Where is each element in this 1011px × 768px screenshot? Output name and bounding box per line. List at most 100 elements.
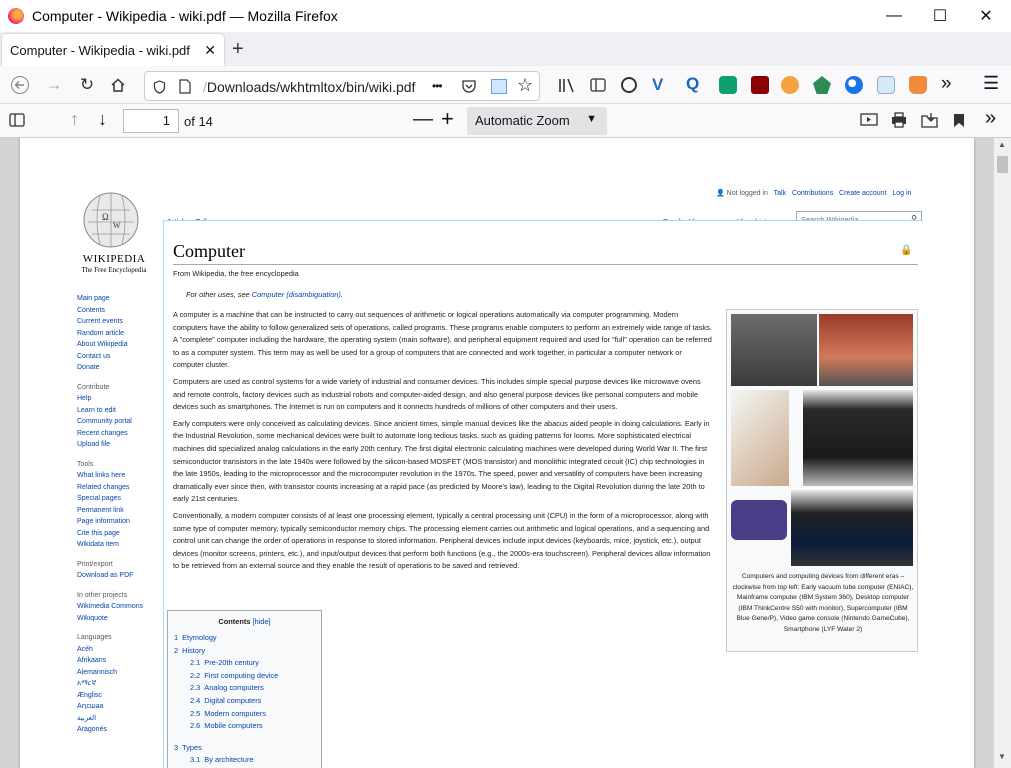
sidebar-lang-af[interactable]: Afrikaans (77, 655, 143, 667)
eniac-image[interactable] (731, 314, 817, 386)
toc-item[interactable]: 2.3 Analog computers (168, 682, 321, 695)
ublock-icon[interactable] (751, 76, 769, 94)
sidebar-item-donate[interactable]: Donate (77, 362, 143, 374)
overflow-menu-icon[interactable]: » (941, 73, 952, 95)
scroll-up-icon[interactable]: ▲ (998, 140, 1006, 149)
sidebar-item-special-pages[interactable]: Special pages (77, 493, 143, 505)
maximize-button[interactable]: ☐ (917, 0, 963, 32)
sidebar-item-upload-file[interactable]: Upload file (77, 439, 143, 451)
toc-item[interactable]: 2.4 Digital computers (168, 695, 321, 708)
extension-bin-icon[interactable] (909, 76, 927, 94)
toc-item[interactable]: 2.2 First computing device (168, 670, 321, 683)
shield-icon[interactable] (153, 80, 166, 94)
sidebar-toggle-icon[interactable] (590, 78, 606, 92)
pdf-tools-menu-icon[interactable]: » (985, 107, 996, 130)
hatnote-link[interactable]: Computer (disambiguation) (252, 290, 341, 299)
sidebar-lang-ab[interactable]: Аԥсшәа (77, 701, 143, 713)
zoom-select[interactable]: Automatic Zoom ▼ (467, 107, 607, 135)
close-tab-icon[interactable]: ✕ (204, 42, 216, 59)
extension-search-icon[interactable]: Q (686, 74, 699, 94)
sidebar-item-commons[interactable]: Wikimedia Commons (77, 601, 143, 613)
sidebar-item-main-page[interactable]: Main page (77, 293, 143, 305)
account-icon[interactable] (621, 77, 637, 93)
toc-item[interactable]: 1 Etymology (168, 632, 321, 645)
supercomputer-image[interactable] (791, 490, 913, 566)
sidebar-item-learn-to-edit[interactable]: Learn to edit (77, 405, 143, 417)
sidebar-item-contact[interactable]: Contact us (77, 351, 143, 363)
pdf-viewer[interactable]: Ω W WIKIPEDIA The Free Encyclopedia 👤 No… (0, 138, 994, 768)
sidebar-item-help[interactable]: Help (77, 393, 143, 405)
talk-link[interactable]: Talk (774, 190, 786, 197)
extension-blue-icon[interactable] (845, 76, 863, 94)
sidebar-lang-ang[interactable]: Ænglisc (77, 690, 143, 702)
close-window-button[interactable]: ✕ (963, 0, 1009, 32)
sidebar-item-recent-changes[interactable]: Recent changes (77, 428, 143, 440)
page-number-input[interactable]: 1 (123, 109, 179, 133)
extension-orange-icon[interactable] (781, 76, 799, 94)
sidebar-item-page-information[interactable]: Page information (77, 516, 143, 528)
toc-item[interactable]: 3 Types (168, 742, 321, 755)
sidebar-item-permanent-link[interactable]: Permanent link (77, 505, 143, 517)
back-button[interactable] (8, 73, 32, 97)
extension-leaf-icon[interactable] (813, 76, 831, 94)
toc-item[interactable]: 2.5 Modern computers (168, 708, 321, 721)
log-in-link[interactable]: Log in (892, 190, 911, 197)
home-button[interactable] (106, 73, 130, 97)
sidebar-item-current-events[interactable]: Current events (77, 316, 143, 328)
page-actions-icon[interactable]: ••• (432, 79, 443, 93)
sidebar-lang-an[interactable]: Aragonés (77, 724, 143, 736)
sidebar-lang-am[interactable]: አማርኛ (77, 678, 143, 690)
extension-light-icon[interactable] (877, 76, 895, 94)
hamburger-menu-icon[interactable]: ☰ (983, 73, 999, 94)
bookmark-star-icon[interactable]: ☆ (517, 75, 533, 96)
sidebar-lang-als[interactable]: Alemannisch (77, 667, 143, 679)
toc-item[interactable]: 2.6 Mobile computers (168, 720, 321, 733)
pocket-icon[interactable] (461, 79, 477, 94)
reload-button[interactable]: ↻ (75, 73, 99, 97)
pdf-sidebar-toggle-icon[interactable] (9, 113, 25, 127)
sidebar-lang-ar[interactable]: العربية (77, 713, 143, 725)
scrollbar-thumb[interactable] (997, 156, 1008, 173)
print-icon[interactable] (891, 112, 907, 128)
bookmark-icon[interactable] (953, 113, 965, 128)
reader-view-icon[interactable] (491, 79, 507, 94)
sidebar-item-random-article[interactable]: Random article (77, 328, 143, 340)
url-text[interactable]: /Downloads/wkhtmltox/bin/wiki.pdf (203, 79, 415, 95)
sidebar-item-download-pdf[interactable]: Download as PDF (77, 570, 143, 582)
save-download-icon[interactable] (921, 112, 938, 128)
mainframe-image[interactable] (819, 314, 913, 386)
sidebar-lang-ace[interactable]: Acèh (77, 644, 143, 656)
forward-button[interactable]: → (42, 73, 66, 97)
zoom-out-icon[interactable]: — (413, 108, 433, 131)
new-tab-button[interactable]: + (232, 38, 244, 61)
sidebar-item-related-changes[interactable]: Related changes (77, 482, 143, 494)
minimize-button[interactable]: — (871, 0, 917, 32)
sidebar-item-about[interactable]: About Wikipedia (77, 339, 143, 351)
presentation-mode-icon[interactable] (860, 113, 878, 128)
contributions-link[interactable]: Contributions (792, 190, 833, 197)
toc-hide-link[interactable]: [hide] (253, 617, 271, 626)
sidebar-item-wikidata[interactable]: Wikidata item (77, 539, 143, 551)
toc-item[interactable]: 3.1 By architecture (168, 754, 321, 767)
sidebar-item-wikiquote[interactable]: Wikiquote (77, 613, 143, 625)
toc-item[interactable]: 2 History (168, 645, 321, 658)
vertical-scrollbar[interactable]: ▲ ▼ (994, 138, 1011, 768)
library-icon[interactable] (558, 77, 576, 94)
sidebar-item-cite[interactable]: Cite this page (77, 528, 143, 540)
sidebar-item-community-portal[interactable]: Community portal (77, 416, 143, 428)
create-account-link[interactable]: Create account (839, 190, 886, 197)
next-page-icon[interactable]: ↓ (98, 109, 107, 130)
smartphone-image[interactable] (731, 390, 789, 486)
tab-wiki-pdf[interactable]: Computer - Wikipedia - wiki.pdf ✕ (2, 34, 224, 66)
url-bar[interactable]: /Downloads/wkhtmltox/bin/wiki.pdf ••• ☆ (144, 71, 540, 101)
extension-v-icon[interactable]: V (652, 75, 663, 95)
sidebar-item-contents[interactable]: Contents (77, 305, 143, 317)
desktop-image[interactable] (803, 390, 913, 486)
scroll-down-icon[interactable]: ▼ (998, 752, 1006, 761)
gamecube-image[interactable] (731, 500, 787, 540)
sidebar-item-what-links-here[interactable]: What links here (77, 470, 143, 482)
extension-green-icon[interactable] (719, 76, 737, 94)
zoom-in-icon[interactable]: + (441, 106, 454, 132)
previous-page-icon[interactable]: ↑ (70, 109, 79, 130)
toc-item[interactable]: 2.1 Pre-20th century (168, 657, 321, 670)
